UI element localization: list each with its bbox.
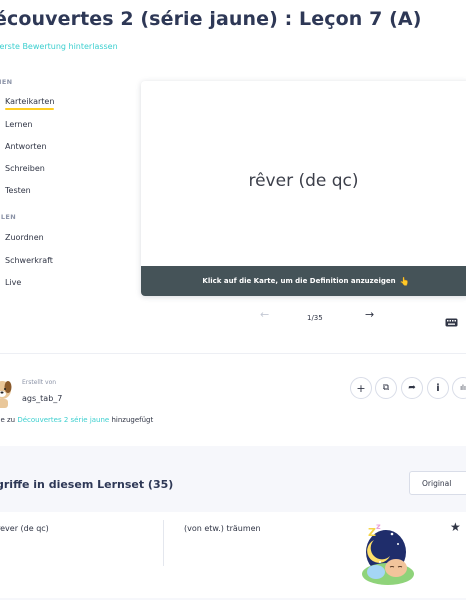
svg-text:z: z (376, 522, 381, 531)
pointing-hand-icon: 👆 (399, 276, 410, 286)
sidebar-item-learn[interactable]: Lernen (5, 120, 32, 129)
card-counter: 1/35 (307, 314, 323, 322)
term-row: rever (de qc) (von etw.) träumen Z z ★ (0, 512, 466, 598)
add-to-folder-button[interactable]: + (350, 377, 372, 399)
keyboard-icon[interactable] (445, 312, 458, 327)
sidebar-section-study: NEN (0, 78, 13, 86)
stats-icon[interactable]: ılı (452, 377, 466, 399)
avatar[interactable] (0, 378, 14, 408)
svg-text:Z: Z (368, 526, 376, 539)
created-by-label: Erstellt von (22, 379, 57, 386)
added-suffix: hinzugefügt (109, 416, 154, 424)
definition-text: (von etw.) träumen (184, 524, 261, 533)
flashcard-hint-bar: Klick auf die Karte, um die Definition a… (141, 266, 466, 296)
sidebar-item-flashcards[interactable]: Karteikarten (5, 97, 55, 110)
flashcard[interactable]: rêver (de qc) Klick auf die Karte, um di… (141, 81, 466, 296)
sidebar-section-play: ELEN (0, 213, 17, 221)
added-to-class-line: de zu Découvertes 2 série jaune hinzugef… (0, 416, 153, 424)
row-separator (163, 520, 164, 566)
term-text: rever (de qc) (0, 524, 49, 533)
prev-card-button[interactable]: ← (260, 308, 269, 321)
sidebar-item-live[interactable]: Live (5, 278, 21, 287)
flashcard-term: rêver (de qc) (248, 171, 359, 191)
sidebar-item-write[interactable]: Schreiben (5, 164, 45, 173)
sidebar-item-answer[interactable]: Antworten (5, 142, 47, 151)
sleeping-baby-image: Z z (346, 518, 426, 592)
copy-icon[interactable]: ⧉ (375, 377, 397, 399)
sidebar-item-gravity[interactable]: Schwerkraft (5, 256, 53, 265)
leave-review-link[interactable]: e erste Bewertung hinterlassen (0, 42, 118, 51)
term-remainder: ever (de qc) (0, 524, 49, 533)
share-icon[interactable]: ➦ (401, 377, 423, 399)
next-card-button[interactable]: → (365, 308, 374, 321)
page-title: écouvertes 2 (série jaune) : Leçon 7 (A) (0, 8, 422, 30)
section-divider (0, 353, 466, 354)
creator-username[interactable]: ags_tab_7 (22, 394, 62, 403)
class-link[interactable]: Découvertes 2 série jaune (17, 416, 109, 424)
flashcard-hint-text: Klick auf die Karte, um die Definition a… (202, 277, 396, 285)
terms-heading: griffe in diesem Lernset (35) (0, 478, 174, 491)
info-icon[interactable]: i (427, 377, 449, 399)
added-prefix: de zu (0, 416, 16, 424)
sidebar-item-test[interactable]: Testen (5, 186, 31, 195)
sidebar-item-match[interactable]: Zuordnen (5, 233, 44, 242)
star-icon[interactable]: ★ (450, 520, 461, 534)
sort-order-dropdown[interactable]: Original (409, 471, 466, 495)
